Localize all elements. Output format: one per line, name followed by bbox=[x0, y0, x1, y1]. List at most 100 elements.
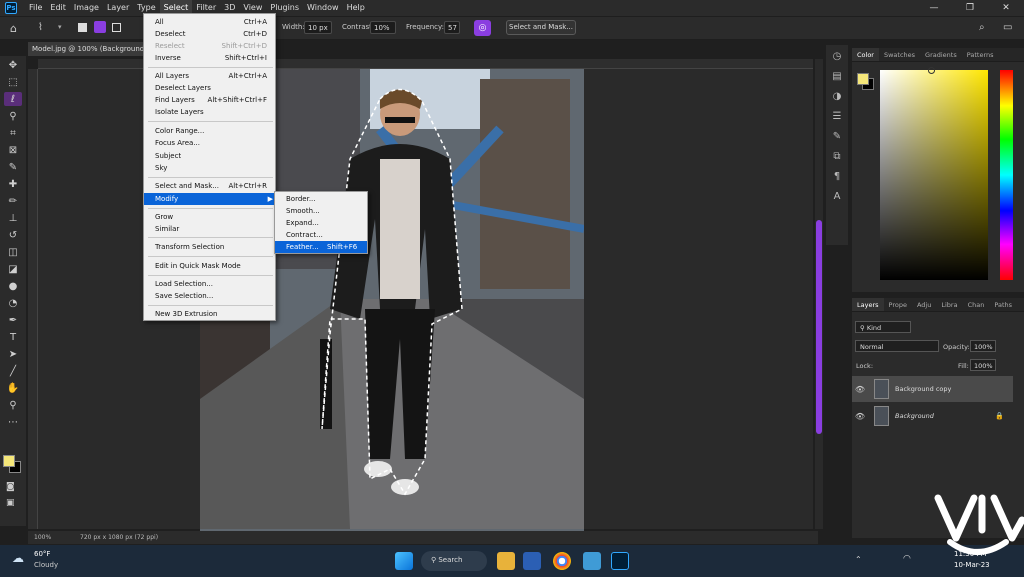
visibility-eye-icon[interactable]: 👁 bbox=[852, 385, 868, 394]
properties-icon[interactable]: ☰ bbox=[830, 111, 844, 125]
hue-slider[interactable] bbox=[1000, 70, 1013, 280]
layer-row-background[interactable]: 👁 Background 🔒 bbox=[852, 403, 1013, 429]
tab-libraries[interactable]: Libra bbox=[936, 298, 962, 311]
layer-row-background-copy[interactable]: 👁 Background copy bbox=[852, 376, 1013, 402]
zoom-tool-icon[interactable]: ⚲ bbox=[4, 398, 22, 412]
menu-item-similar[interactable]: Similar bbox=[144, 223, 277, 235]
menu-item-new-3d-extrusion[interactable]: New 3D Extrusion bbox=[144, 308, 277, 320]
menu-item-all[interactable]: All Ctrl+A bbox=[144, 16, 277, 28]
menu-item-quick-mask[interactable]: Edit in Quick Mask Mode bbox=[144, 260, 277, 272]
document-tab[interactable]: Model.jpg @ 100% (Background bbox=[28, 42, 146, 56]
stylus-pressure-icon[interactable]: ◎ bbox=[474, 20, 491, 36]
tab-patterns[interactable]: Patterns bbox=[962, 48, 999, 61]
notepad-icon[interactable] bbox=[583, 552, 601, 570]
add-to-selection-icon[interactable] bbox=[94, 21, 106, 33]
layer-kind-filter[interactable]: ⚲ Kind bbox=[855, 321, 911, 333]
menu-image[interactable]: Image bbox=[70, 0, 103, 16]
chrome-icon[interactable] bbox=[553, 552, 571, 570]
close-button[interactable]: ✕ bbox=[988, 0, 1024, 16]
menu-item-find-layers[interactable]: Find Layers Alt+Shift+Ctrl+F bbox=[144, 94, 277, 106]
frame-tool-icon[interactable]: ⊠ bbox=[4, 143, 22, 157]
chevron-up-icon[interactable]: ⌃ bbox=[855, 555, 862, 564]
move-tool-icon[interactable]: ✥ bbox=[4, 58, 22, 72]
menu-window[interactable]: Window bbox=[303, 0, 343, 16]
menu-layer[interactable]: Layer bbox=[103, 0, 133, 16]
path-selection-tool-icon[interactable]: ➤ bbox=[4, 347, 22, 361]
menu-item-select-and-mask[interactable]: Select and Mask... Alt+Ctrl+R bbox=[144, 180, 277, 192]
menu-item-load-selection[interactable]: Load Selection... bbox=[144, 278, 277, 290]
quick-mask-icon[interactable]: ◙ bbox=[6, 482, 15, 492]
menu-item-grow[interactable]: Grow bbox=[144, 211, 277, 223]
tool-preset-chevron-down-icon[interactable]: ▾ bbox=[58, 23, 62, 31]
menu-item-inverse[interactable]: Inverse Shift+Ctrl+I bbox=[144, 52, 277, 64]
comments-icon[interactable]: ▤ bbox=[830, 71, 844, 85]
taskbar-search[interactable]: ⚲ Search bbox=[421, 551, 487, 571]
word-icon[interactable] bbox=[523, 552, 541, 570]
lasso-tool-icon[interactable]: ℓ bbox=[4, 92, 22, 106]
submenu-item-feather[interactable]: Feather... Shift+F6 bbox=[275, 241, 367, 253]
foreground-color-chip[interactable] bbox=[3, 455, 15, 467]
menu-item-subject[interactable]: Subject bbox=[144, 150, 277, 162]
magnetic-lasso-tool-icon[interactable]: ⌇ bbox=[38, 22, 43, 33]
tab-paths[interactable]: Paths bbox=[989, 298, 1017, 311]
visibility-eye-icon[interactable]: 👁 bbox=[852, 412, 868, 421]
tab-adjustments[interactable]: Adju bbox=[912, 298, 936, 311]
crop-tool-icon[interactable]: ⌗ bbox=[4, 126, 22, 140]
tab-swatches[interactable]: Swatches bbox=[879, 48, 920, 61]
brush-tool-icon[interactable]: ✏ bbox=[4, 194, 22, 208]
opacity-field[interactable]: 100% bbox=[970, 340, 996, 352]
menu-item-modify[interactable]: Modify ▶ bbox=[144, 193, 277, 205]
history-icon[interactable]: ◷ bbox=[830, 51, 844, 65]
search-icon[interactable]: ⌕ bbox=[979, 22, 985, 33]
marquee-tool-icon[interactable]: ⬚ bbox=[4, 75, 22, 89]
layer-name[interactable]: Background copy bbox=[895, 385, 951, 393]
select-and-mask-button[interactable]: Select and Mask... bbox=[506, 20, 576, 35]
home-icon[interactable]: ⌂ bbox=[10, 22, 17, 35]
zoom-level[interactable]: 100% bbox=[34, 534, 51, 541]
tab-color[interactable]: Color bbox=[852, 48, 879, 61]
blend-mode-select[interactable]: Normal bbox=[855, 340, 939, 352]
clone-stamp-tool-icon[interactable]: ⊥ bbox=[4, 211, 22, 225]
menu-item-transform-selection[interactable]: Transform Selection bbox=[144, 241, 277, 253]
character-icon[interactable]: A bbox=[830, 191, 844, 205]
photoshop-taskbar-icon[interactable] bbox=[611, 552, 629, 570]
width-field[interactable]: 10 px bbox=[304, 21, 332, 34]
eraser-tool-icon[interactable]: ◫ bbox=[4, 245, 22, 259]
menu-edit[interactable]: Edit bbox=[46, 0, 70, 16]
vertical-scroll-thumb[interactable] bbox=[816, 220, 822, 434]
paragraph-icon[interactable]: ¶ bbox=[830, 171, 844, 185]
menu-item-deselect[interactable]: Deselect Ctrl+D bbox=[144, 28, 277, 40]
new-selection-icon[interactable] bbox=[78, 23, 87, 32]
line-tool-icon[interactable]: ╱ bbox=[4, 364, 22, 378]
menu-item-save-selection[interactable]: Save Selection... bbox=[144, 290, 277, 302]
weather-desc[interactable]: Cloudy bbox=[34, 561, 58, 569]
menu-item-focus-area[interactable]: Focus Area... bbox=[144, 137, 277, 149]
healing-brush-tool-icon[interactable]: ✚ bbox=[4, 177, 22, 191]
menu-help[interactable]: Help bbox=[343, 0, 369, 16]
layer-name[interactable]: Background bbox=[895, 412, 934, 420]
history-brush-tool-icon[interactable]: ↺ bbox=[4, 228, 22, 242]
dodge-tool-icon[interactable]: ◔ bbox=[4, 296, 22, 310]
weather-temp[interactable]: 60°F bbox=[34, 550, 50, 558]
paint-bucket-tool-icon[interactable]: ◪ bbox=[4, 262, 22, 276]
file-explorer-icon[interactable] bbox=[497, 552, 515, 570]
blur-tool-icon[interactable]: ● bbox=[4, 279, 22, 293]
menu-item-deselect-layers[interactable]: Deselect Layers bbox=[144, 82, 277, 94]
adjustments-icon[interactable]: ◑ bbox=[830, 91, 844, 105]
brushes-icon[interactable]: ✎ bbox=[830, 131, 844, 145]
pen-tool-icon[interactable]: ✒ bbox=[4, 313, 22, 327]
clone-source-icon[interactable]: ⧉ bbox=[830, 151, 844, 165]
submenu-item-expand[interactable]: Expand... bbox=[275, 217, 367, 229]
workspace-icon[interactable]: ▭ bbox=[1003, 22, 1012, 33]
document-info[interactable]: 720 px x 1080 px (72 ppi) bbox=[80, 534, 158, 541]
screen-mode-icon[interactable]: ▣ bbox=[6, 498, 15, 508]
contrast-field[interactable]: 10% bbox=[370, 21, 396, 34]
fill-field[interactable]: 100% bbox=[970, 359, 996, 371]
menu-item-color-range[interactable]: Color Range... bbox=[144, 125, 277, 137]
edit-toolbar-icon[interactable]: ⋯ bbox=[4, 415, 22, 429]
frequency-field[interactable]: 57 bbox=[444, 21, 460, 34]
submenu-item-border[interactable]: Border... bbox=[275, 193, 367, 205]
submenu-item-contract[interactable]: Contract... bbox=[275, 229, 367, 241]
windows-start-icon[interactable] bbox=[395, 552, 413, 570]
type-tool-icon[interactable]: T bbox=[4, 330, 22, 344]
